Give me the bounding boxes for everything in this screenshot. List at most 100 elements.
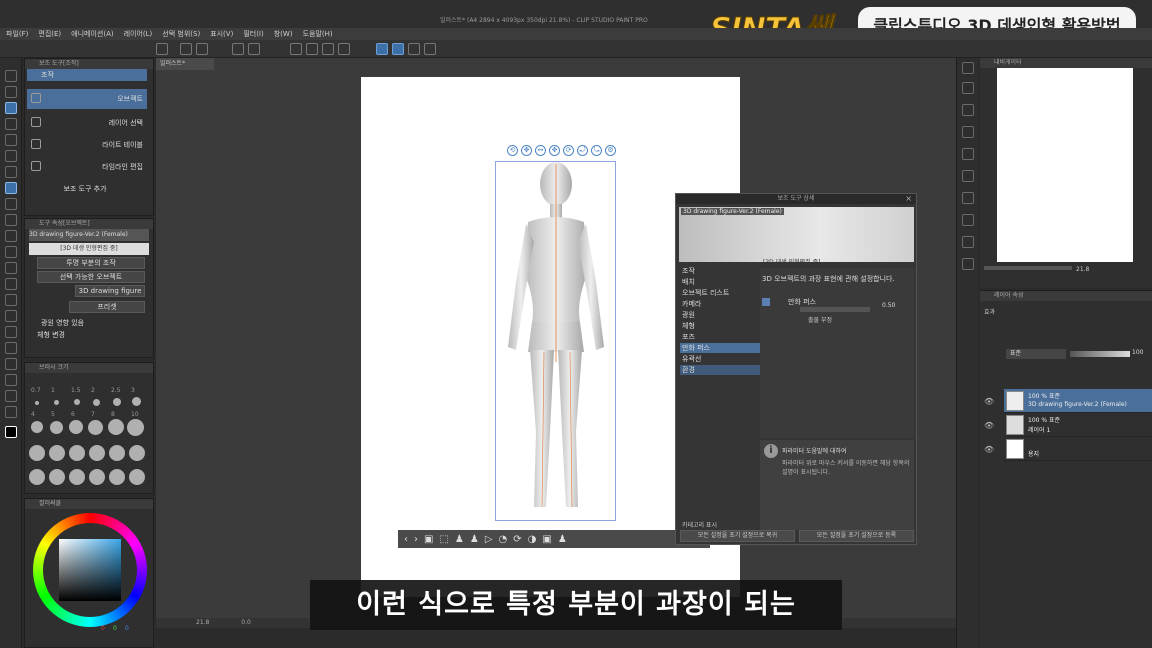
cut-icon[interactable] [306,43,318,55]
operation-tool-icon[interactable] [5,102,17,114]
new-canvas-icon[interactable] [156,43,168,55]
move-plane-icon[interactable]: ✥ [549,145,560,156]
visibility-eye-icon[interactable]: 👁 [984,421,994,430]
lighting-icon[interactable]: ◑ [528,534,537,545]
register-all-button[interactable]: 모든 설정을 초기 설정으로 등록 [799,530,914,542]
material-icon[interactable] [962,82,974,94]
material-icon[interactable] [962,214,974,226]
search-icon[interactable] [962,62,974,74]
zoom-tool-icon[interactable] [5,70,17,82]
figure-icon[interactable]: ♟ [470,534,479,545]
object-list-item[interactable]: 3D drawing figure [75,285,145,297]
balloon-icon[interactable] [5,390,17,402]
figure-icon[interactable] [5,326,17,338]
frame-icon[interactable] [5,342,17,354]
show-category-checkbox[interactable]: 카테고리 표시 [682,520,717,529]
size-dot[interactable] [74,399,80,405]
size-dot[interactable] [127,419,144,436]
size-dot[interactable] [69,420,83,434]
status-zoom[interactable]: 21.8 [196,619,209,626]
subtool-object[interactable]: 오브젝트 [27,89,147,109]
size-label[interactable]: 8 [111,411,115,418]
copy-icon[interactable] [322,43,334,55]
opacity-value[interactable]: 100 [1132,349,1143,356]
category-operation[interactable]: 조작 [680,266,760,276]
snap-special-ruler-icon[interactable] [392,43,404,55]
size-label[interactable]: 6 [71,411,75,418]
prev-icon[interactable]: ‹ [404,534,408,545]
manga-perspective-checkbox[interactable]: 만화 퍼스 [788,297,816,307]
pencil-tool-icon[interactable] [5,198,17,210]
menu-view[interactable]: 표시(V) [210,29,233,39]
size-dot[interactable] [113,398,121,406]
pen-tool-icon[interactable] [5,182,17,194]
size-label[interactable]: 1.5 [71,387,81,394]
redo-icon[interactable] [248,43,260,55]
material-icon[interactable] [962,126,974,138]
body-icon[interactable]: ♟ [558,534,567,545]
ruler-icon[interactable] [5,358,17,370]
canvas-tab[interactable]: 일러스트* [156,58,214,70]
material-icon[interactable] [962,192,974,204]
timer-icon[interactable]: ◔ [499,534,508,545]
layer-row[interactable]: 👁 100 % 표준 레이어 1 [984,413,1152,437]
decoration-icon[interactable] [5,246,17,258]
expand-toggle[interactable] [762,298,770,306]
size-label[interactable]: 1 [51,387,55,394]
menu-filter[interactable]: 필터(I) [243,29,263,39]
visibility-eye-icon[interactable]: 👁 [984,397,994,406]
size-dot[interactable] [29,469,45,485]
save-icon[interactable] [196,43,208,55]
airbrush-icon[interactable] [5,230,17,242]
size-label[interactable]: 3 [131,387,135,394]
move-tool-icon[interactable] [5,118,17,130]
rotate-y-icon[interactable]: ⤿ [591,145,602,156]
layer-row[interactable]: 👁 용지 [984,437,1152,461]
saturation-value-square[interactable] [59,539,121,601]
camera-rotate-icon[interactable]: ⟲ [507,145,518,156]
manga-perspective-slider[interactable] [800,307,870,312]
category-object-list[interactable]: 오브젝트 리스트 [680,288,760,298]
category-environment[interactable]: 환경 [680,365,760,375]
material-icon[interactable] [962,236,974,248]
category-light[interactable]: 광원 [680,310,760,320]
eraser-icon[interactable] [5,262,17,274]
settings-icon[interactable]: ⚙ [605,145,616,156]
category-manga-perspective[interactable]: 만화 퍼스 [680,343,760,353]
brush-tool-icon[interactable] [5,214,17,226]
close-icon[interactable]: × [905,194,912,203]
open-icon[interactable] [180,43,192,55]
blend-icon[interactable] [5,278,17,290]
menu-file[interactable]: 파일(F) [6,29,28,39]
menu-edit[interactable]: 편집(E) [38,29,61,39]
size-dot[interactable] [29,445,45,461]
size-dot[interactable] [108,419,124,435]
figure-bounding-box[interactable] [495,161,616,521]
size-dot[interactable] [89,445,105,461]
main-color-swatch[interactable] [5,426,17,438]
snap-ruler-icon[interactable] [376,43,388,55]
camera-pan-icon[interactable]: ✥ [521,145,532,156]
menu-window[interactable]: 창(W) [274,29,293,39]
subtool-layer-select[interactable]: 레이어 선택 [27,113,147,133]
category-pose[interactable]: 포즈 [680,332,760,342]
size-dot[interactable] [49,469,65,485]
magic-wand-icon[interactable] [5,150,17,162]
size-dot[interactable] [31,421,43,433]
size-dot[interactable] [109,469,125,485]
size-dot[interactable] [109,445,125,461]
play-icon[interactable]: ▷ [485,534,493,545]
subtool-timeline[interactable]: 타임라인 편집 [27,157,147,177]
category-body-type[interactable]: 체형 [680,321,760,331]
output-label[interactable]: 출물 부정 [808,315,832,324]
rotate-icon[interactable]: ⟳ [563,145,574,156]
material-icon[interactable] [962,170,974,182]
rotate-x-icon[interactable]: ⤾ [577,145,588,156]
subtool-light-table[interactable]: 라이트 테이블 [27,135,147,155]
undo-icon[interactable] [232,43,244,55]
gradient-icon[interactable] [5,310,17,322]
category-outline[interactable]: 유곽선 [680,354,760,364]
hand-tool-icon[interactable] [5,86,17,98]
navigator-zoom[interactable]: 21.8 [1076,266,1089,273]
size-dot[interactable] [35,401,39,405]
